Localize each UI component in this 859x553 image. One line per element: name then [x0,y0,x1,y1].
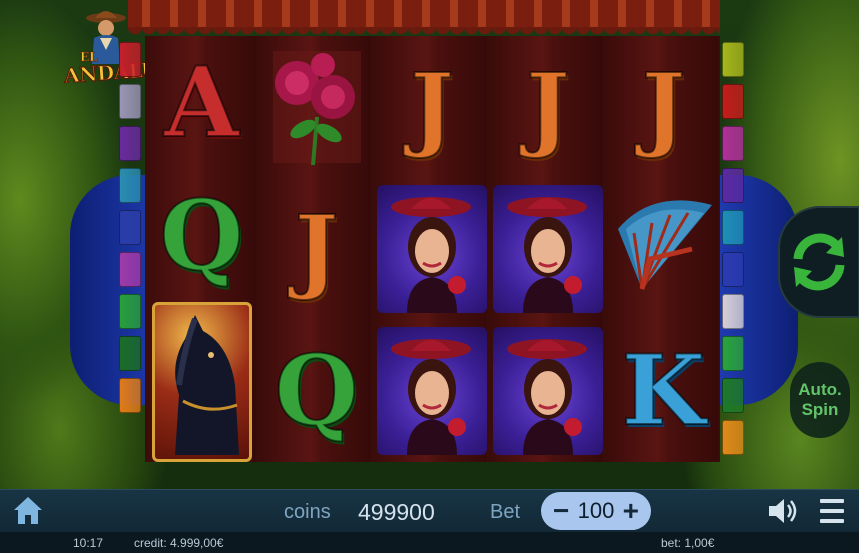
payline-tab [722,168,744,203]
payline-tab [119,210,141,245]
payline-tab [722,126,744,161]
credit-text: credit: 4.999,00€ [134,536,224,550]
game-stage: EL ANDALUZ A Q [0,0,859,553]
payline-tab [119,378,141,413]
auto-spin-label-1: Auto. [798,380,842,399]
flamenco-lady-symbol-icon [493,185,603,313]
symbol-j: J [525,53,571,161]
payline-tab [722,420,744,455]
speaker-icon[interactable] [766,496,798,526]
reel-cell [493,178,603,320]
symbol-j: J [641,53,687,161]
payline-tab [722,84,744,119]
reel-cell: J [377,36,487,178]
tiled-roof [128,0,720,35]
reel-grid: A Q J Q J J J K [145,36,720,462]
payline-tab [722,336,744,371]
reel-3: J [377,36,487,462]
symbol-k: K [621,334,706,447]
symbol-j: J [294,195,340,303]
symbol-a: A [163,45,239,159]
hamburger-menu-icon[interactable] [818,495,846,527]
reel-1: A Q [147,36,256,462]
reel-cell: J [609,36,718,178]
spin-button[interactable] [778,206,859,318]
coins-value: 499900 [358,499,435,525]
reel-cell [262,36,371,178]
reel-cell: J [262,178,371,320]
bet-label: Bet [490,501,521,523]
coins-label: coins [284,501,331,523]
reel-cell [377,320,487,462]
reel-cell [609,178,718,320]
bet-stepper: − 100 + [541,492,651,530]
auto-spin-button[interactable]: Auto. Spin [790,362,850,438]
flamenco-lady-symbol-icon [377,327,487,455]
status-strip: 10:17 credit: 4.999,00€ bet: 1,00€ [0,532,859,553]
bet-decrease-button[interactable]: − [553,497,569,525]
flamenco-lady-symbol-icon [377,185,487,313]
flamenco-lady-symbol-icon [493,327,603,455]
auto-spin-label-2: Spin [801,400,839,419]
clock-time: 10:17 [73,536,104,550]
roses-symbol-icon [272,51,361,166]
payline-tab [119,168,141,203]
payline-tab [119,42,141,77]
fan-symbol-icon [617,200,712,290]
reel-cell [493,320,603,462]
payline-tab [722,210,744,245]
payline-tab [119,336,141,371]
reel-cell: J [493,36,603,178]
payline-tabs-left [119,42,141,413]
reel-cell: Q [147,169,256,302]
payline-tab [119,294,141,329]
symbol-q: Q [159,178,245,292]
bet-value: 100 [577,498,615,523]
payline-tab [722,294,744,329]
horse-symbol-icon [151,302,252,462]
bet-increase-button[interactable]: + [623,497,639,525]
reel-cell [377,178,487,320]
reel-cell: Q [262,320,371,462]
refresh-arrows-icon [793,233,845,291]
reel-cell: K [609,320,718,462]
bet-amount-text: bet: 1,00€ [661,536,715,550]
payline-tab [119,126,141,161]
payline-tab [119,252,141,287]
control-bar: coins 499900 Bet − 100 + [0,489,859,532]
symbol-j: J [409,53,455,161]
payline-tab [722,378,744,413]
payline-tab [119,84,141,119]
reel-2: J Q [262,36,371,462]
symbol-q: Q [274,334,360,447]
payline-tab [722,42,744,77]
payline-tab [722,252,744,287]
home-icon[interactable] [12,494,44,526]
reel-4: J [493,36,603,462]
reel-cell: A [147,36,256,169]
reel-cell [147,302,256,462]
payline-tabs-right [722,42,744,455]
reel-5: J K [609,36,718,462]
